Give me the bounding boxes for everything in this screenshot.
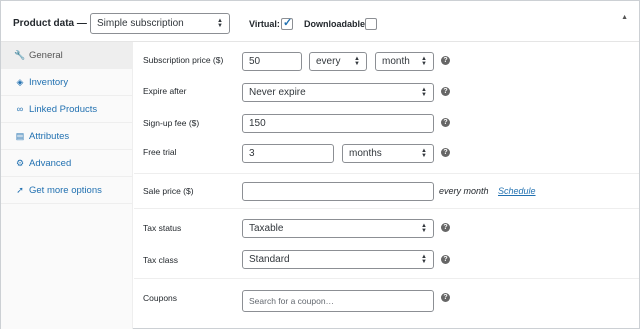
sale-price-period-note: every month <box>439 186 489 196</box>
tab-inventory[interactable]: ◈ Inventory <box>1 69 133 96</box>
select-arrows-icon: ▲ ▼ <box>354 55 360 67</box>
section-divider <box>134 208 639 209</box>
subscription-price-input[interactable]: 50 <box>242 52 302 71</box>
signup-fee-value: 150 <box>249 118 266 129</box>
tab-label: Inventory <box>29 76 69 88</box>
select-arrows-icon: ▲ ▼ <box>421 147 427 159</box>
gear-icon: ⚙ <box>15 157 25 168</box>
select-arrows-icon: ▲ ▼ <box>421 86 427 98</box>
help-icon[interactable]: ? <box>441 118 450 127</box>
schedule-link[interactable]: Schedule <box>498 186 536 196</box>
billing-interval-value: every <box>316 56 341 67</box>
downloadable-label: Downloadable: <box>304 19 369 29</box>
help-icon[interactable]: ? <box>441 148 450 157</box>
tab-advanced[interactable]: ⚙ Advanced <box>1 150 133 177</box>
select-arrows-icon: ▲ ▼ <box>421 55 427 67</box>
select-arrows-icon: ▲ ▼ <box>421 253 427 265</box>
tax-class-value: Standard <box>249 254 290 265</box>
help-icon[interactable]: ? <box>441 56 450 65</box>
help-icon[interactable]: ? <box>441 255 450 264</box>
tab-get-more-options[interactable]: ➚ Get more options <box>1 177 133 204</box>
free-trial-length-value: 3 <box>249 148 255 159</box>
tab-label: Get more options <box>29 184 102 196</box>
product-type-value: Simple subscription <box>97 18 184 29</box>
select-arrows-icon: ▲ ▼ <box>421 222 427 234</box>
wrench-icon: 🔧 <box>14 49 26 60</box>
list-icon: ▤ <box>15 130 25 141</box>
coupon-search-input[interactable]: Search for a coupon… <box>242 290 434 312</box>
tab-general[interactable]: 🔧 General <box>1 42 133 69</box>
tax-status-select[interactable]: Taxable ▲ ▼ <box>242 219 434 238</box>
coupon-search-placeholder: Search for a coupon… <box>249 296 335 306</box>
signup-fee-label: Sign-up fee ($) <box>143 118 200 128</box>
billing-period-select[interactable]: month ▲ ▼ <box>375 52 434 71</box>
section-divider <box>134 278 639 279</box>
free-trial-period-select[interactable]: months ▲ ▼ <box>342 144 434 163</box>
virtual-label: Virtual: <box>249 19 280 29</box>
billing-period-value: month <box>382 56 410 67</box>
product-data-panel: Product data — Simple subscription ▲ ▼ Vi… <box>0 0 640 329</box>
tab-linked-products[interactable]: ∞ Linked Products <box>1 96 133 123</box>
subscription-price-value: 50 <box>249 56 261 67</box>
tax-class-label: Tax class <box>143 255 178 265</box>
free-trial-period-value: months <box>349 148 382 159</box>
sale-price-label: Sale price ($) <box>143 186 194 196</box>
signup-fee-input[interactable]: 150 <box>242 114 434 133</box>
expire-after-value: Never expire <box>249 87 306 98</box>
tab-attributes[interactable]: ▤ Attributes <box>1 123 133 150</box>
link-icon: ∞ <box>16 104 24 114</box>
tax-status-value: Taxable <box>249 223 284 234</box>
tab-label: Attributes <box>29 130 70 142</box>
tab-label: Linked Products <box>29 103 98 115</box>
tag-icon: ◈ <box>16 76 24 87</box>
product-data-tabs: 🔧 General ◈ Inventory ∞ Linked Products … <box>1 42 133 329</box>
help-icon[interactable]: ? <box>441 223 450 232</box>
coupons-label: Coupons <box>143 293 178 303</box>
tab-label: General <box>29 49 63 61</box>
panel-header: Product data — Simple subscription ▲ ▼ Vi… <box>1 1 639 42</box>
expire-after-label: Expire after <box>143 86 187 96</box>
virtual-checkbox[interactable] <box>281 16 293 30</box>
help-icon[interactable]: ? <box>441 293 450 302</box>
subscription-price-label: Subscription price ($) <box>143 55 224 65</box>
collapse-arrow-icon[interactable]: ▲ <box>621 14 628 21</box>
panel-title: Product data — <box>13 18 87 29</box>
section-divider <box>134 173 639 174</box>
sale-price-input[interactable] <box>242 182 434 201</box>
select-arrows-icon: ▲ ▼ <box>217 17 223 29</box>
expire-after-select[interactable]: Never expire ▲ ▼ <box>242 83 434 102</box>
plugin-icon: ➚ <box>16 184 24 195</box>
tax-status-label: Tax status <box>143 223 182 233</box>
product-type-select[interactable]: Simple subscription ▲ ▼ <box>90 13 230 34</box>
downloadable-checkbox[interactable] <box>365 18 377 30</box>
tax-class-select[interactable]: Standard ▲ ▼ <box>242 250 434 269</box>
billing-interval-select[interactable]: every ▲ ▼ <box>309 52 367 71</box>
free-trial-label: Free trial <box>143 147 177 157</box>
tab-label: Advanced <box>29 157 72 169</box>
help-icon[interactable]: ? <box>441 87 450 96</box>
free-trial-length-input[interactable]: 3 <box>242 144 334 163</box>
